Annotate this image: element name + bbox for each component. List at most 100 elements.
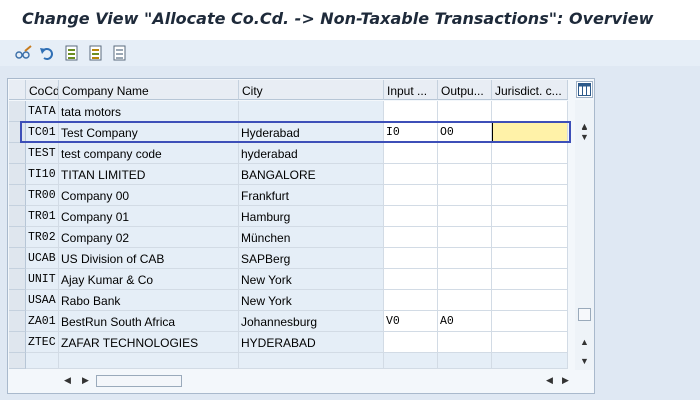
jurisdiction-code-field[interactable] <box>492 101 568 122</box>
output-code-field[interactable]: A0 <box>438 311 492 332</box>
input-code-field[interactable] <box>384 185 438 206</box>
cocd-cell: UCAB <box>26 248 59 269</box>
city-cell: hyderabad <box>239 143 384 164</box>
jurisdiction-code-field[interactable] <box>492 269 568 290</box>
company-name-cell: tata motors <box>59 101 239 122</box>
input-code-field[interactable] <box>384 143 438 164</box>
table-settings-button[interactable] <box>576 81 593 98</box>
deselect-all-icon[interactable] <box>111 44 129 62</box>
city-cell: Hamburg <box>239 206 384 227</box>
row-selector[interactable] <box>9 311 26 332</box>
row-selector[interactable] <box>9 206 26 227</box>
page-title: Change View "Allocate Co.Cd. -> Non-Taxa… <box>22 9 654 28</box>
jurisdiction-code-field[interactable] <box>492 143 568 164</box>
output-code-field <box>438 353 492 369</box>
input-code-field[interactable]: I0 <box>384 122 438 143</box>
jurisdiction-code-field <box>492 353 568 369</box>
input-code-field[interactable] <box>384 227 438 248</box>
input-code-field[interactable] <box>384 332 438 353</box>
row-selector[interactable] <box>9 290 26 311</box>
jurisdiction-code-field[interactable] <box>492 206 568 227</box>
row-selector[interactable] <box>9 122 26 143</box>
jurisdiction-code-field[interactable] <box>492 164 568 185</box>
city-cell: München <box>239 227 384 248</box>
row-selector[interactable] <box>9 248 26 269</box>
row-selector[interactable] <box>9 353 26 369</box>
column-header-jurisdiction-code[interactable]: Jurisdict. c... <box>492 80 568 100</box>
jurisdiction-code-field[interactable] <box>492 227 568 248</box>
column-header-company-name[interactable]: Company Name <box>59 80 239 100</box>
input-code-field[interactable] <box>384 248 438 269</box>
column-header-input-code[interactable]: Input ... <box>384 80 438 100</box>
scroll-down-icon[interactable]: ▼ <box>580 356 589 366</box>
cocd-cell: TI10 <box>26 164 59 185</box>
city-cell: SAPBerg <box>239 248 384 269</box>
row-selector[interactable] <box>9 269 26 290</box>
vertical-scroll-thumb[interactable] <box>578 308 591 321</box>
cocd-cell: TC01 <box>26 122 59 143</box>
table-settings-icon <box>578 83 591 96</box>
city-cell: Johannesburg <box>239 311 384 332</box>
city-cell: Hyderabad <box>239 122 384 143</box>
output-code-field[interactable] <box>438 206 492 227</box>
column-header-cocd[interactable]: CoCd <box>26 80 59 100</box>
select-block-icon[interactable] <box>87 44 105 62</box>
cocd-cell: UNIT <box>26 269 59 290</box>
city-cell: Frankfurt <box>239 185 384 206</box>
city-cell <box>239 353 384 369</box>
scroll-left-end-icon[interactable]: ◀ <box>546 375 553 386</box>
row-selector[interactable] <box>9 164 26 185</box>
jurisdiction-code-field[interactable] <box>492 311 568 332</box>
scroll-down-top-icon[interactable]: ▼ <box>580 132 589 142</box>
input-code-field[interactable] <box>384 269 438 290</box>
input-code-field[interactable] <box>384 206 438 227</box>
output-code-field[interactable] <box>438 164 492 185</box>
scroll-up-bottom-icon[interactable]: ▲ <box>580 337 589 347</box>
scroll-up-icon[interactable]: ▲ <box>580 122 589 132</box>
row-selector[interactable] <box>9 143 26 164</box>
title-bar: Change View "Allocate Co.Cd. -> Non-Taxa… <box>0 0 700 40</box>
cocd-cell: USAA <box>26 290 59 311</box>
row-selector[interactable] <box>9 227 26 248</box>
row-selector[interactable] <box>9 332 26 353</box>
horizontal-scroll-thumb[interactable] <box>96 375 182 387</box>
row-selector[interactable] <box>9 185 26 206</box>
company-name-cell: test company code <box>59 143 239 164</box>
row-selector[interactable] <box>9 101 26 122</box>
city-cell: New York <box>239 290 384 311</box>
undo-icon[interactable] <box>38 44 56 62</box>
output-code-field[interactable] <box>438 227 492 248</box>
company-name-cell: ZAFAR TECHNOLOGIES <box>59 332 239 353</box>
output-code-field[interactable] <box>438 269 492 290</box>
scroll-right-end-icon[interactable]: ▶ <box>562 375 569 386</box>
output-code-field[interactable] <box>438 332 492 353</box>
company-name-cell: Company 00 <box>59 185 239 206</box>
scroll-left-icon[interactable]: ◀ <box>64 375 71 386</box>
output-code-field[interactable] <box>438 143 492 164</box>
scroll-right-icon[interactable]: ▶ <box>82 375 89 386</box>
glasses-pencil-icon[interactable] <box>15 44 33 62</box>
output-code-field[interactable] <box>438 185 492 206</box>
city-cell <box>239 101 384 122</box>
input-code-field[interactable] <box>384 164 438 185</box>
company-name-cell: BestRun South Africa <box>59 311 239 332</box>
jurisdiction-code-field[interactable] <box>492 332 568 353</box>
cocd-cell <box>26 353 59 369</box>
jurisdiction-code-field[interactable] <box>492 185 568 206</box>
output-code-field[interactable] <box>438 290 492 311</box>
jurisdiction-code-field[interactable] <box>492 248 568 269</box>
output-code-field[interactable] <box>438 248 492 269</box>
output-code-field[interactable]: O0 <box>438 122 492 143</box>
cocd-cell: TR01 <box>26 206 59 227</box>
input-code-field[interactable] <box>384 290 438 311</box>
input-code-field[interactable] <box>384 101 438 122</box>
select-all-icon[interactable] <box>63 44 81 62</box>
jurisdiction-code-field[interactable] <box>492 290 568 311</box>
input-code-field[interactable]: V0 <box>384 311 438 332</box>
jurisdiction-code-field-focused[interactable] <box>492 122 568 143</box>
select-all-rows-button[interactable] <box>9 80 26 100</box>
column-header-output-code[interactable]: Outpu... <box>438 80 492 100</box>
column-header-city[interactable]: City <box>239 80 384 100</box>
input-code-field <box>384 353 438 369</box>
output-code-field[interactable] <box>438 101 492 122</box>
